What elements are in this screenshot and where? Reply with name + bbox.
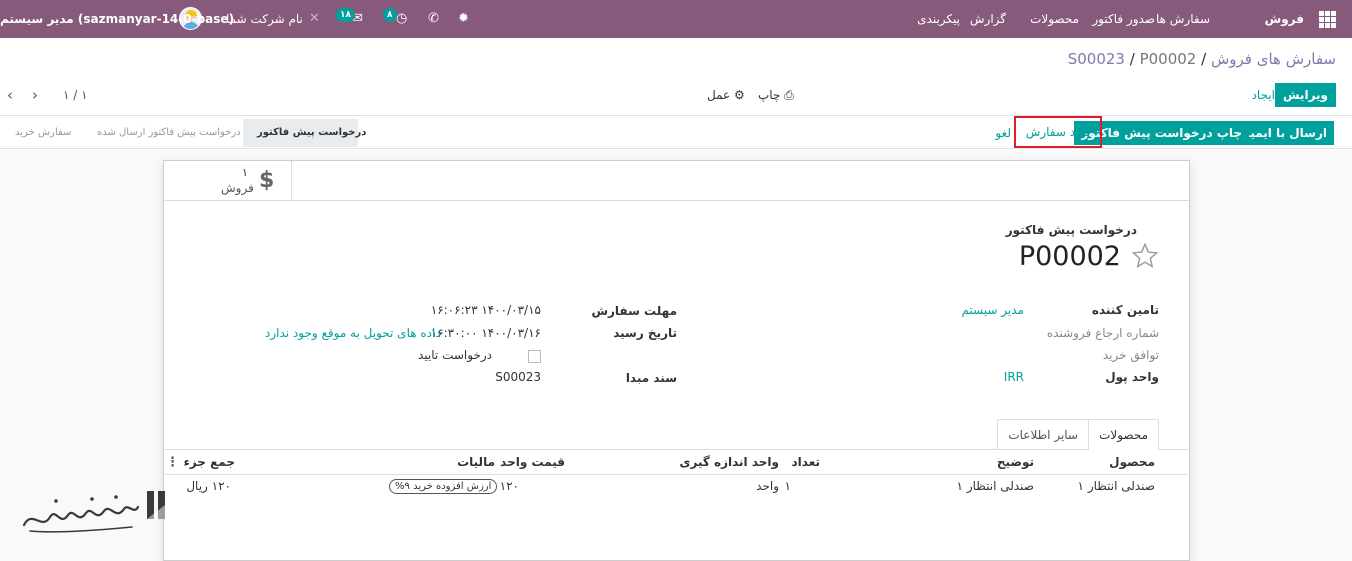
document-type: درخواست پیش فاکتور [1005,223,1137,237]
messages-count-badge: ۱۸ [336,8,355,22]
order-deadline-value[interactable]: ۱۴۰۰/۰۳/۱۵ ۱۶:۰۶:۲۳ [431,303,541,317]
vendor-label: تامین کننده [1091,303,1159,317]
tab-products[interactable]: محصولات [1088,419,1159,450]
row-uom[interactable]: واحد [756,479,779,493]
currency-label: واحد پول [1105,370,1159,384]
create-button[interactable]: ایجاد [1246,83,1281,107]
menu-orders[interactable]: سفارش ها [1156,0,1210,38]
purchase-agreement-label: توافق خرید [1102,348,1159,362]
row-unit-price[interactable]: ۱۲۰ [500,479,519,493]
vendor-reference-label: شماره ارجاع فروشنده [1046,326,1159,340]
printer-icon: ⎙ [784,88,794,102]
currency-value[interactable]: IRR [1004,370,1024,384]
status-bar: درخواست پیش فاکتور درخواست پیش فاکتور ار… [0,119,366,147]
breadcrumb-sale-order[interactable]: S00023 [1068,50,1125,68]
menu-invoicing[interactable]: صدور فاکتور [1092,0,1155,38]
top-navbar: فروش سفارش ها صدور فاکتور محصولات گزارش … [0,0,1352,38]
activity-clock-icon[interactable]: ◷ [396,0,407,38]
breadcrumb-current: P00002 [1139,50,1197,68]
app-name[interactable]: فروش [1265,0,1304,38]
col-product[interactable]: محصول [1109,455,1155,469]
action-button[interactable]: عمل ⚙ [707,83,745,107]
confirm-order-button[interactable]: تایید سفارش [1013,116,1102,148]
activity-count-badge: ۸ [383,8,397,22]
col-unit-price[interactable]: قیمت واحد [500,455,565,469]
print-button[interactable]: چاپ ⎙ [758,83,794,107]
menu-reporting[interactable]: گزارش [970,0,1006,38]
tab-other-info[interactable]: سایر اطلاعات [997,419,1089,449]
watermark-logo [22,491,165,533]
receipt-date-value[interactable]: ۱۴۰۰/۰۳/۱۶ ۱۶:۳۰:۰۰ [431,326,541,340]
col-subtotal[interactable]: جمع جزء [184,455,235,469]
breadcrumb: سفارش های فروش / S00023 / P00002 [1067,50,1336,68]
order-deadline-label: مهلت سفارش [591,304,677,318]
document-name: P00002 [1018,241,1121,272]
apps-menu-icon[interactable] [1319,11,1336,28]
debug-bug-icon[interactable]: ✹ [458,0,469,38]
receipt-date-label: تاریخ رسید [613,326,677,340]
dollar-icon: $ [259,168,275,193]
col-description[interactable]: توضیح [997,455,1034,469]
action-label: عمل [707,88,731,102]
cancel-button[interactable]: لغو [988,121,1018,145]
optional-columns-icon[interactable]: ⋮ [166,455,179,470]
menu-products[interactable]: محصولات [1030,0,1079,38]
row-tax-tag[interactable]: ارزش افزوده خرید ۹% [389,479,498,494]
breadcrumb-sales-orders[interactable]: سفارش های فروش [1211,50,1336,68]
smart-buttons: $ ۱ فروش [164,161,1189,201]
sales-label: فروش [221,181,254,195]
company-switcher[interactable]: نام شرکت شما [226,0,303,38]
pager-previous-icon[interactable]: ‹ [7,83,13,107]
stage-rfq[interactable]: درخواست پیش فاکتور [243,119,366,147]
source-document-value: S00023 [495,370,541,384]
phone-icon[interactable]: ✆ [428,0,439,38]
stage-rfq-sent[interactable]: درخواست پیش فاکتور ارسال شده [97,119,241,147]
row-product[interactable]: صندلی انتظار ۱ [1078,479,1155,493]
menu-configuration[interactable]: پیکربندی [917,0,960,38]
form-sheet: $ ۱ فروش [163,160,1190,561]
ask-confirmation-checkbox[interactable] [528,350,541,363]
pager-value[interactable]: ۱ / ۱ [63,83,88,107]
sales-smart-button[interactable]: $ ۱ فروش [164,161,292,201]
row-quantity[interactable]: ۱ [785,479,791,493]
col-uom[interactable]: واحد اندازه گیری [679,455,779,469]
ask-confirmation-label: درخواست تایید [418,348,492,362]
vendor-value[interactable]: مدیر سیستم [962,303,1025,317]
row-description[interactable]: صندلی انتظار ۱ [957,479,1034,493]
close-icon[interactable]: ✕ [309,0,320,38]
source-document-label: سند مبدا [625,371,677,385]
gear-icon: ⚙ [734,88,745,102]
pager-next-icon[interactable]: › [32,83,38,107]
sales-count: ۱ [242,166,248,179]
col-taxes[interactable]: مالیات [457,455,495,469]
user-menu[interactable]: مدیر سیستم (sazmanyar-14-0-base) [0,0,234,38]
col-quantity[interactable]: تعداد [792,455,820,469]
stage-purchase-order[interactable]: سفارش خرید [15,119,71,147]
print-label: چاپ [758,88,781,102]
delivery-warning-link[interactable]: داده های تحویل به موقع وجود ندارد [265,326,441,340]
row-subtotal: ۱۲۰ ریال [186,479,231,493]
star-icon[interactable] [1131,242,1159,270]
edit-button[interactable]: ویرایش [1274,83,1336,107]
